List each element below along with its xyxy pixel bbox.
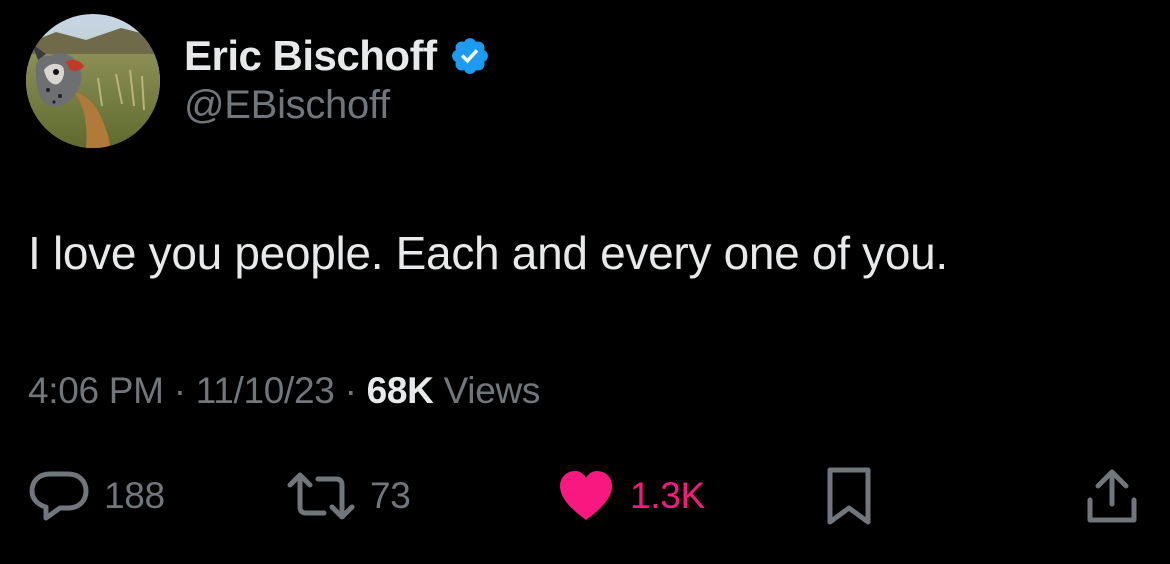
share-button[interactable] — [1084, 464, 1140, 528]
avatar-image — [26, 14, 160, 148]
tweet-text: I love you people. Each and every one of… — [28, 227, 948, 279]
verified-badge-icon[interactable] — [449, 35, 491, 77]
retweet-button[interactable]: 73 — [286, 464, 411, 528]
like-button[interactable]: 1.3K — [556, 464, 705, 528]
views-label[interactable]: Views — [444, 370, 541, 411]
meta-separator: · — [344, 370, 367, 411]
tweet-card: Eric Bischoff @EBischoff I love you peop… — [0, 0, 1170, 564]
like-count: 1.3K — [630, 475, 705, 516]
speech-bubble-icon — [28, 468, 90, 524]
retweet-count: 73 — [370, 475, 411, 516]
meta-separator: · — [173, 370, 196, 411]
tweet-actions: 188 73 1.3K — [0, 464, 1170, 528]
retweet-arrows-icon — [286, 471, 356, 521]
name-row: Eric Bischoff — [184, 29, 491, 83]
tweet-header: Eric Bischoff @EBischoff — [26, 14, 491, 148]
reply-button[interactable]: 188 — [28, 464, 165, 528]
tweet-meta: 4:06 PM · 11/10/23 · 68K Views — [28, 370, 540, 412]
heart-icon — [556, 468, 616, 524]
tweet-date[interactable]: 11/10/23 — [196, 370, 335, 411]
bookmark-icon — [822, 466, 876, 526]
avatar[interactable] — [26, 14, 160, 148]
views-count[interactable]: 68K — [367, 370, 434, 411]
share-upload-icon — [1084, 466, 1140, 526]
bookmark-button[interactable] — [822, 464, 876, 528]
tweet-time[interactable]: 4:06 PM — [28, 370, 164, 411]
display-name[interactable]: Eric Bischoff — [184, 32, 437, 80]
reply-count: 188 — [104, 475, 165, 516]
user-names: Eric Bischoff @EBischoff — [184, 29, 491, 128]
user-handle[interactable]: @EBischoff — [184, 83, 491, 128]
